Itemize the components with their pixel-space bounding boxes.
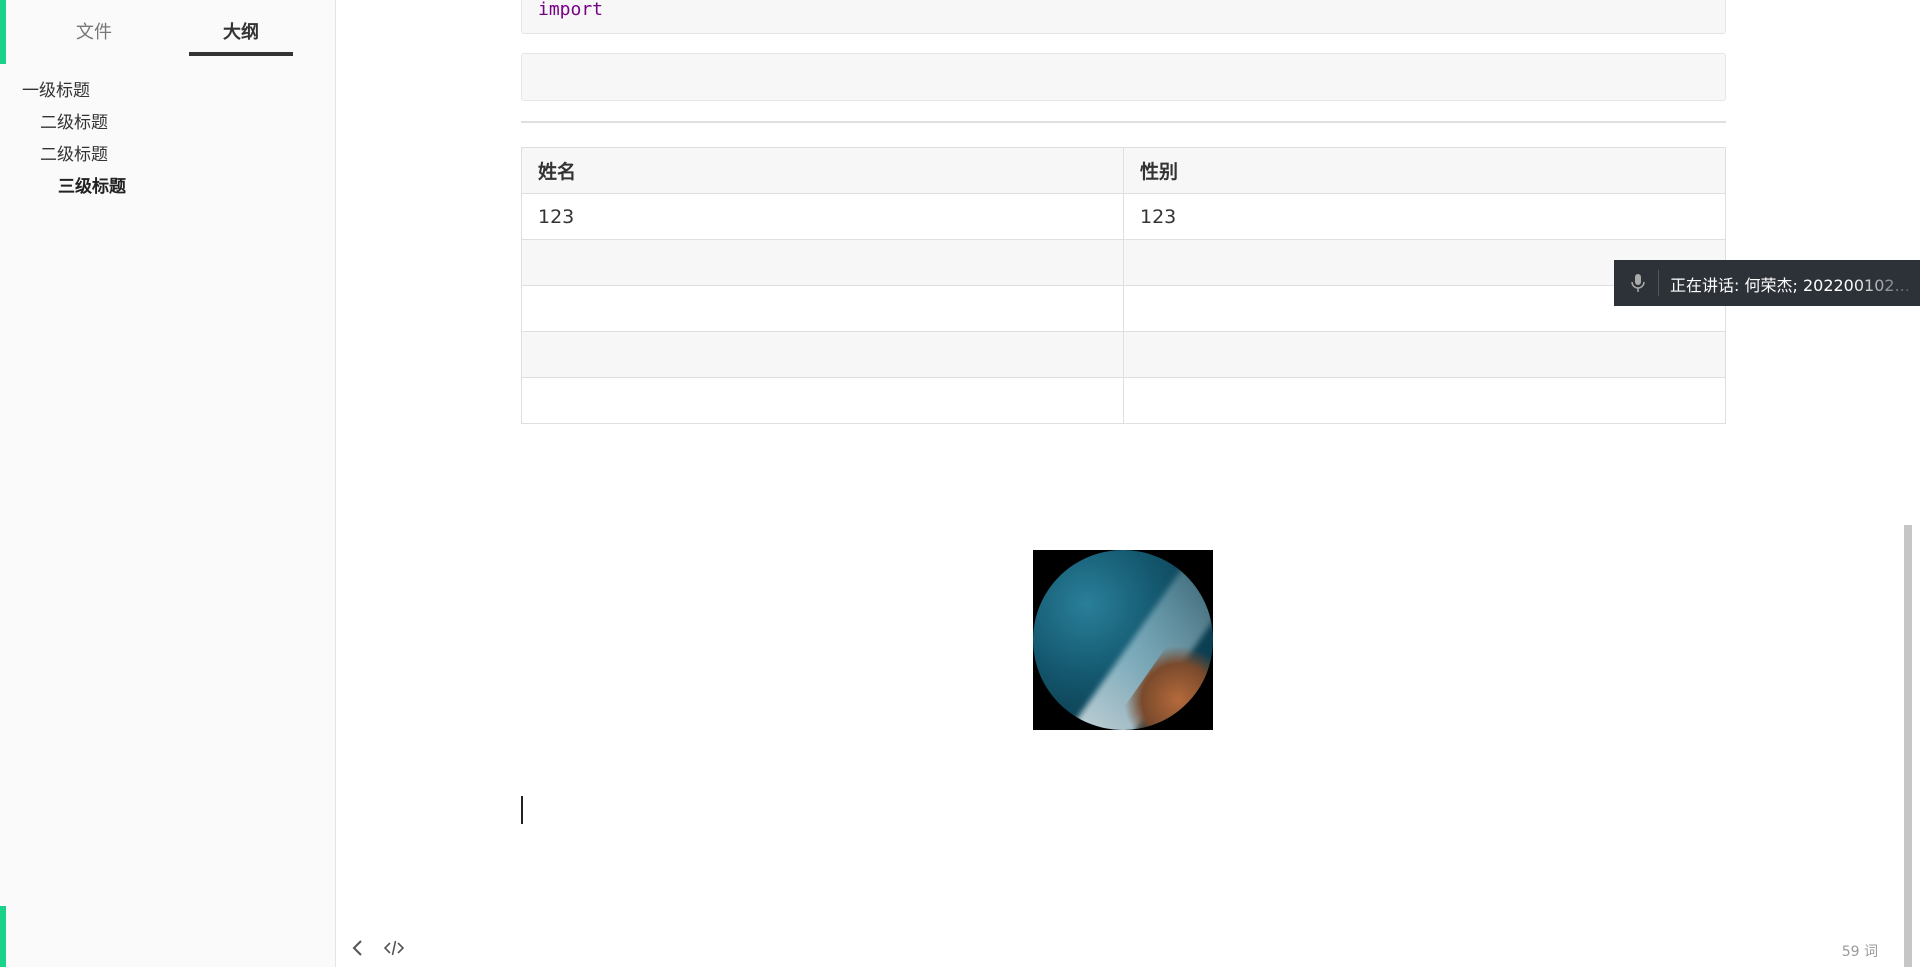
data-table[interactable]: 姓名 性别 123 123 [521,147,1726,424]
outline-item-h2[interactable]: 二级标题 [40,108,108,133]
window-edge-highlight [0,0,6,64]
chevron-left-icon[interactable] [351,938,365,962]
fade-overlay [1850,260,1920,306]
table-header-cell[interactable]: 性别 [1123,147,1726,194]
outline-item-h1[interactable]: 一级标题 [22,76,90,101]
table-row [521,331,1726,378]
table-header-cell[interactable]: 姓名 [521,147,1124,194]
source-code-icon[interactable] [383,938,405,962]
divider [1658,270,1659,296]
status-bar: 59 词 [337,933,1920,967]
table-row [521,377,1726,424]
tab-files[interactable]: 文件 [42,18,146,44]
app-window: 文件 大纲 一级标题 二级标题 二级标题 三级标题 import 姓名 性别 1… [0,0,1920,967]
table-cell[interactable]: 123 [1123,193,1726,240]
ocean-photo [1033,550,1213,730]
embedded-image[interactable] [1033,550,1213,730]
outline-item-h3[interactable]: 三级标题 [58,172,126,197]
code-block[interactable]: import [521,0,1726,34]
editor-area[interactable] [337,0,1920,967]
outline-item-h2[interactable]: 二级标题 [40,140,108,165]
table-cell[interactable] [521,331,1124,378]
table-cell[interactable] [1123,377,1726,424]
code-block-empty[interactable] [521,53,1726,101]
active-tab-indicator [189,52,293,56]
text-cursor [521,796,523,824]
tab-outline[interactable]: 大纲 [189,18,293,44]
table-row: 123 123 [521,193,1726,240]
speaking-notification: 正在讲话: 何荣杰; 202200102... [1614,260,1920,306]
sidebar: 文件 大纲 一级标题 二级标题 二级标题 三级标题 [0,0,336,967]
table-row [521,285,1726,332]
microphone-icon [1628,272,1648,294]
table-row [521,239,1726,286]
table-cell[interactable] [521,377,1124,424]
scrollbar-thumb[interactable] [1904,525,1912,967]
sidebar-tabs: 文件 大纲 [0,0,335,58]
window-edge-highlight [0,906,6,967]
word-count[interactable]: 59 词 [1842,941,1878,961]
horizontal-rule [521,121,1726,123]
table-cell[interactable] [1123,331,1726,378]
code-text[interactable]: import [522,0,1725,20]
table-header-row: 姓名 性别 [521,147,1726,194]
table-cell[interactable]: 123 [521,193,1124,240]
table-cell[interactable] [521,285,1124,332]
table-cell[interactable] [521,239,1124,286]
